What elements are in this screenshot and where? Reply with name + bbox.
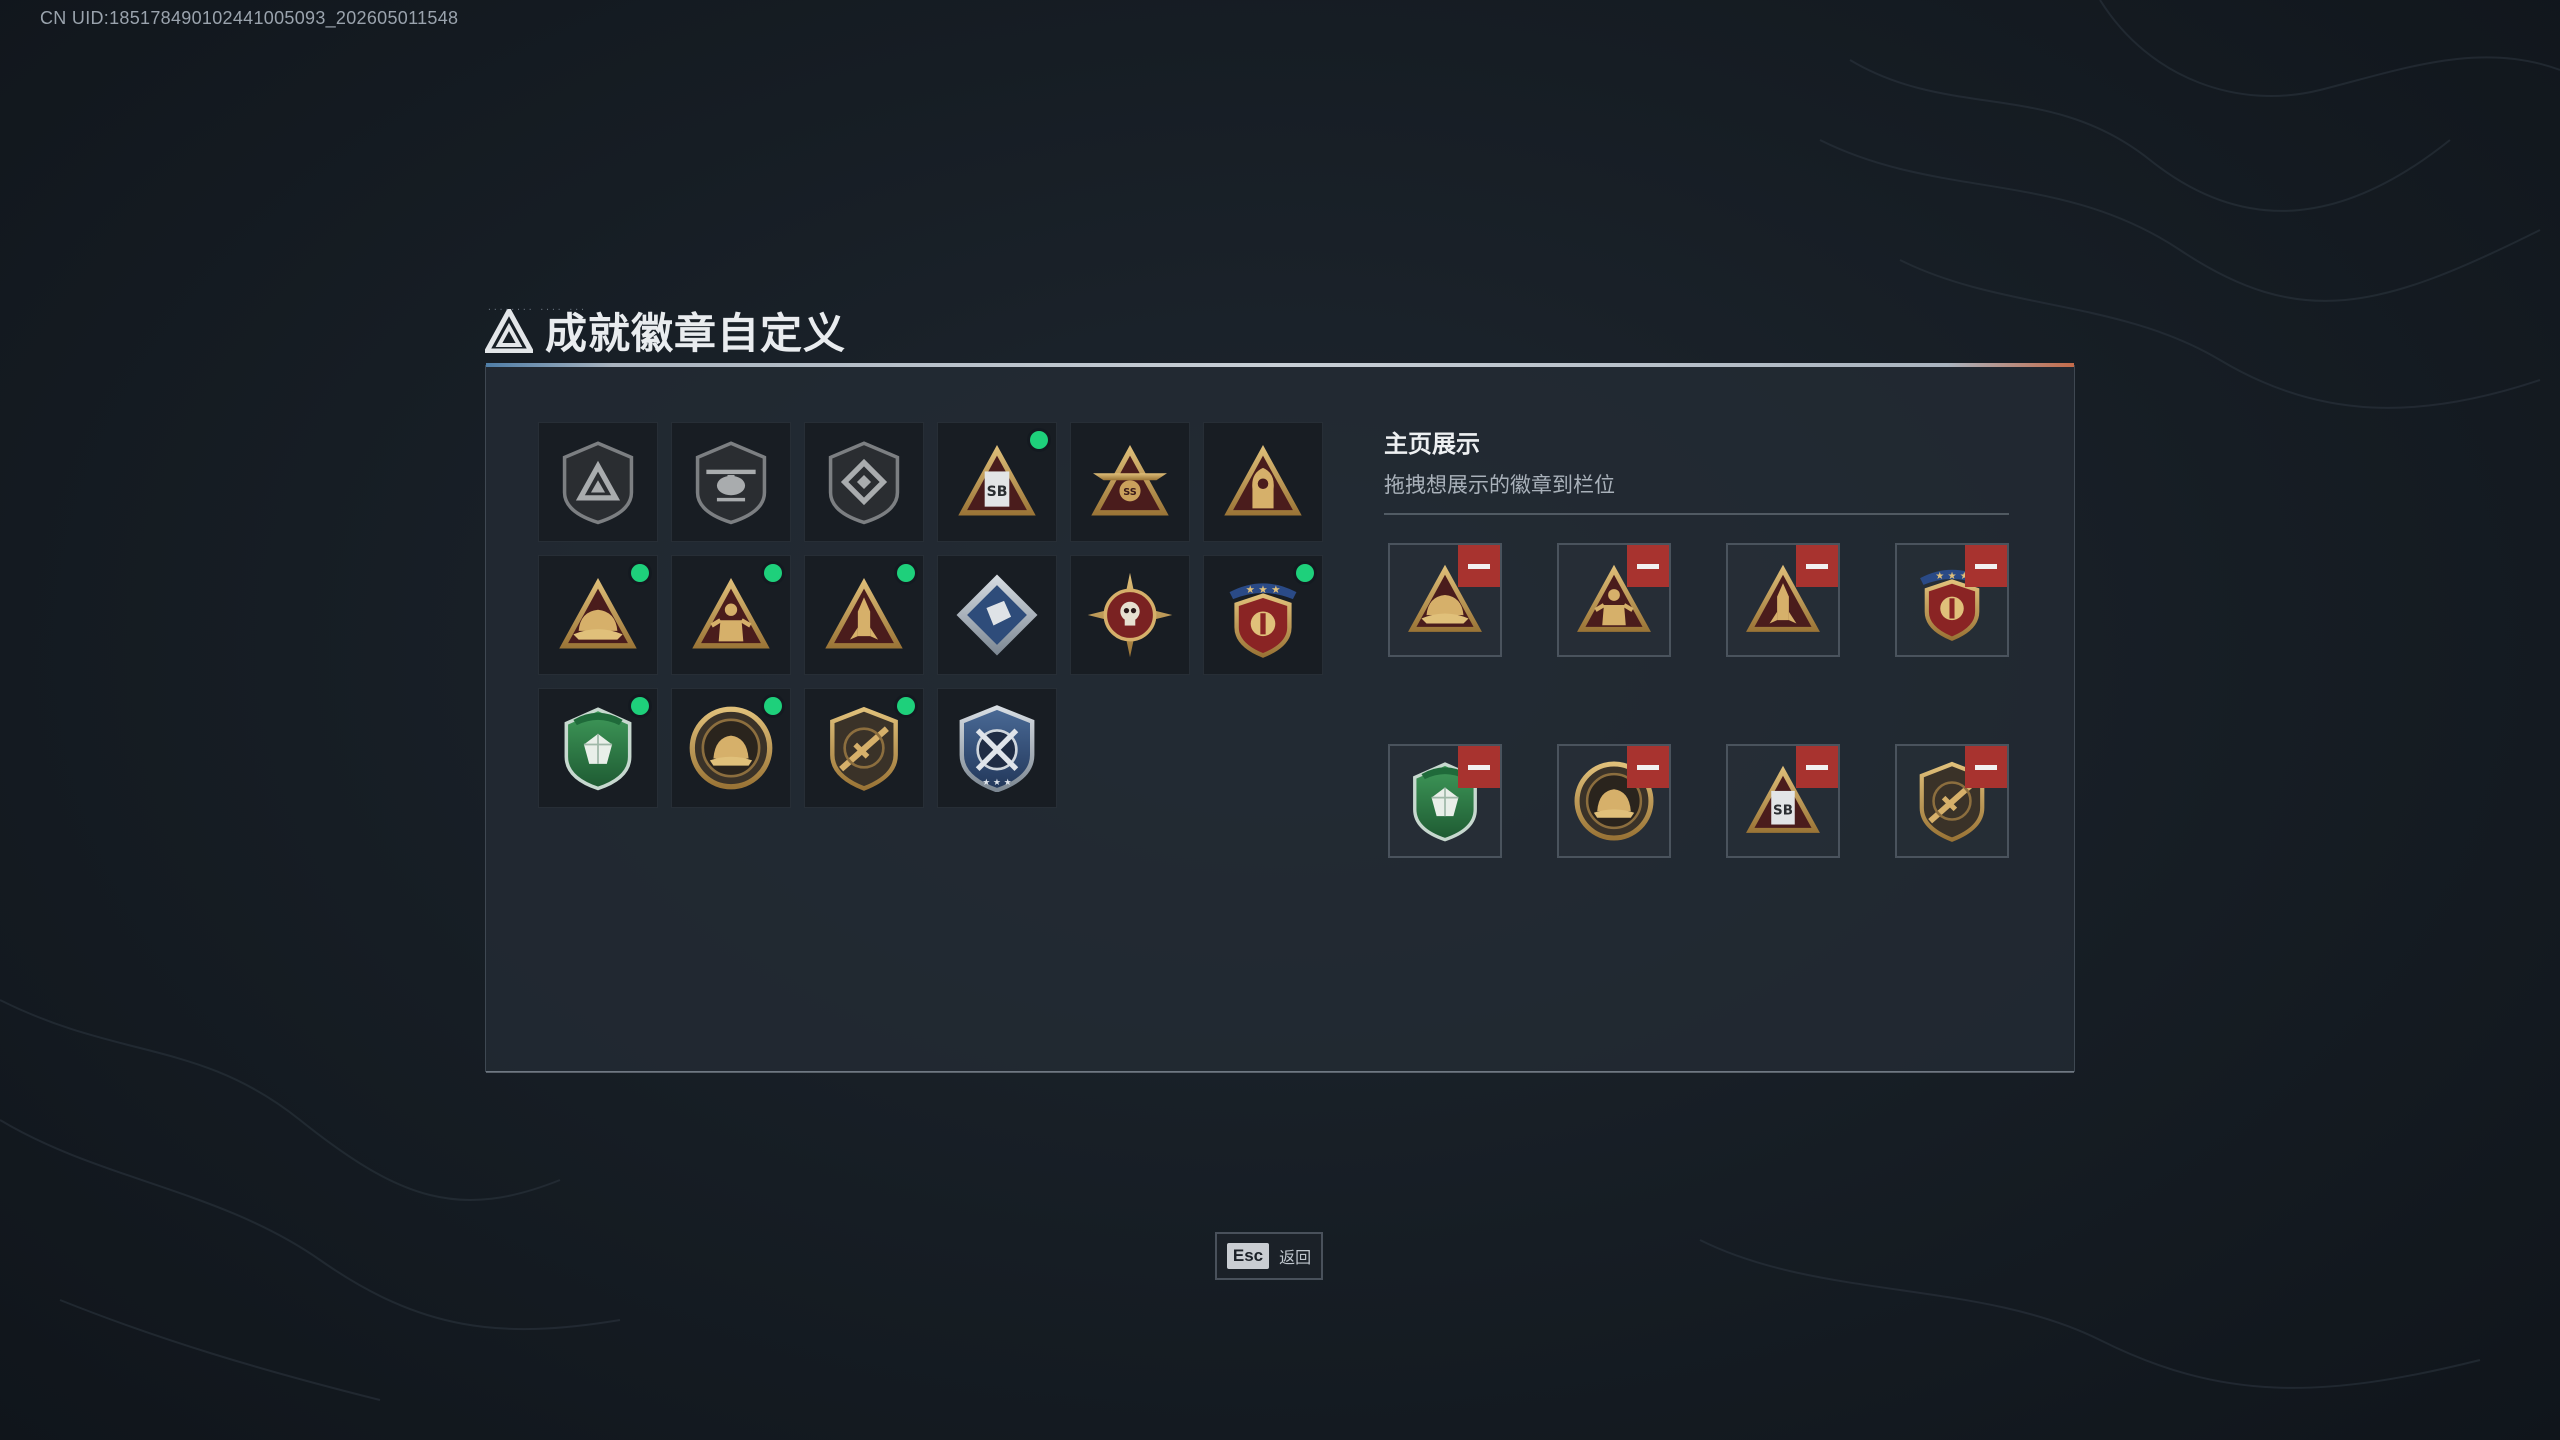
back-label: 返回 — [1279, 1250, 1312, 1267]
new-indicator-dot — [1296, 564, 1314, 582]
badge-cell[interactable] — [538, 688, 658, 808]
shield-triangle-badge-icon — [554, 438, 642, 526]
new-indicator-dot — [1030, 431, 1048, 449]
badge-cell[interactable] — [1203, 555, 1323, 675]
display-slot[interactable] — [1895, 744, 2009, 858]
new-indicator-dot — [631, 697, 649, 715]
remove-badge-button[interactable] — [1627, 746, 1669, 788]
minus-icon — [1637, 563, 1659, 569]
triangle-logo-icon — [485, 308, 533, 353]
new-indicator-dot — [897, 697, 915, 715]
remove-badge-button[interactable] — [1796, 545, 1838, 587]
new-indicator-dot — [897, 564, 915, 582]
red-star-crest-badge-icon — [1219, 571, 1307, 659]
minus-icon — [1468, 563, 1490, 569]
badge-cell[interactable] — [1070, 422, 1190, 542]
display-slot[interactable] — [1726, 543, 1840, 657]
badge-cell[interactable] — [804, 422, 924, 542]
badge-cell[interactable] — [804, 555, 924, 675]
green-gem-shield-badge-icon — [554, 704, 642, 792]
minus-icon — [1975, 563, 1997, 569]
new-indicator-dot — [764, 564, 782, 582]
badge-inventory-grid — [538, 422, 1323, 808]
remove-badge-button[interactable] — [1796, 746, 1838, 788]
blue-crossed-rifles-badge-icon — [953, 704, 1041, 792]
helicopter-shield-badge-icon — [687, 438, 775, 526]
badge-cell[interactable] — [937, 422, 1057, 542]
badge-cell[interactable] — [538, 422, 658, 542]
badge-cell[interactable] — [538, 555, 658, 675]
badge-cell[interactable] — [1070, 555, 1190, 675]
badge-cell[interactable] — [671, 555, 791, 675]
hooded-figure-triangle-badge-icon — [1219, 438, 1307, 526]
badge-cell[interactable] — [937, 688, 1057, 808]
display-section-subtitle: 拖拽想展示的徽章到栏位 — [1384, 474, 1615, 497]
badge-cell[interactable] — [937, 555, 1057, 675]
minus-icon — [1975, 764, 1997, 770]
new-indicator-dot — [764, 697, 782, 715]
diamond-shield-badge-icon — [820, 438, 908, 526]
badge-cell[interactable] — [804, 688, 924, 808]
new-indicator-dot — [631, 564, 649, 582]
page-title: 成就徽章自定义 — [545, 309, 847, 358]
badge-cell[interactable] — [1203, 422, 1323, 542]
esc-key-hint: Esc — [1226, 1243, 1270, 1269]
section-divider — [1384, 513, 2009, 515]
badge-cell[interactable] — [671, 688, 791, 808]
remove-badge-button[interactable] — [1458, 746, 1500, 788]
display-slot[interactable] — [1557, 543, 1671, 657]
sb-building-triangle-badge-icon — [953, 438, 1041, 526]
skull-star-compass-badge-icon — [1086, 571, 1174, 659]
display-section-title: 主页展示 — [1384, 431, 1480, 458]
remove-badge-button[interactable] — [1627, 545, 1669, 587]
display-slot[interactable] — [1557, 744, 1671, 858]
soldier-triangle-badge-icon — [687, 571, 775, 659]
minus-icon — [1468, 764, 1490, 770]
header-decoration: ········ ···· ··· — [487, 305, 586, 314]
helmet-triangle-badge-icon — [554, 571, 642, 659]
badge-cell[interactable] — [671, 422, 791, 542]
badge-customize-panel: 主页展示 拖拽想展示的徽章到栏位 — [485, 363, 2075, 1073]
homepage-display-section: 主页展示 拖拽想展示的徽章到栏位 — [1384, 424, 2009, 515]
user-uid-label: CN UID:18517849010244100509​3_2026050115… — [40, 8, 459, 28]
remove-badge-button[interactable] — [1965, 746, 2007, 788]
silver-diamond-badge-icon — [953, 571, 1041, 659]
back-button[interactable]: Esc 返回 — [1215, 1232, 1323, 1280]
minus-icon — [1806, 764, 1828, 770]
rifle-shield-badge-icon — [820, 704, 908, 792]
remove-badge-button[interactable] — [1965, 545, 2007, 587]
display-slot[interactable] — [1388, 744, 1502, 858]
display-slot[interactable] — [1388, 543, 1502, 657]
ss-winged-triangle-badge-icon — [1086, 438, 1174, 526]
remove-badge-button[interactable] — [1458, 545, 1500, 587]
minus-icon — [1637, 764, 1659, 770]
display-slot[interactable] — [1726, 744, 1840, 858]
panel-top-bar — [486, 363, 2074, 367]
display-slot[interactable] — [1895, 543, 2009, 657]
minus-icon — [1806, 563, 1828, 569]
display-slots-grid — [1388, 543, 2009, 858]
helmet-round-badge-icon — [687, 704, 775, 792]
rocket-triangle-badge-icon — [820, 571, 908, 659]
panel-bottom-line — [486, 1071, 2074, 1073]
page-header: ········ ···· ··· 成就徽章自定义 — [485, 300, 846, 361]
